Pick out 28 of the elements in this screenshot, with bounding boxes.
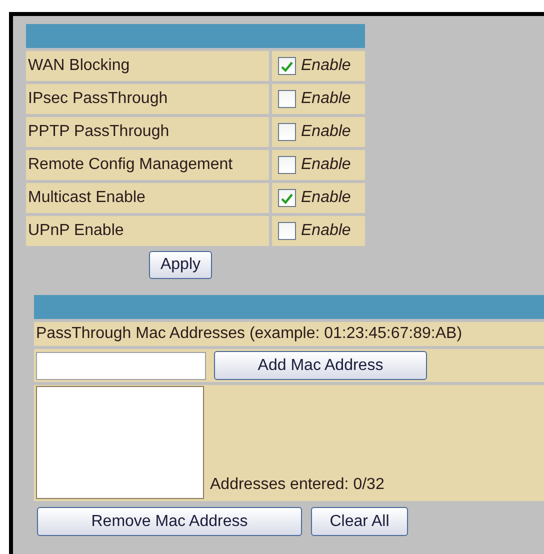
- enable-label: Enable: [301, 221, 351, 241]
- apply-button[interactable]: Apply: [149, 251, 212, 279]
- option-label: WAN Blocking: [26, 51, 269, 81]
- enable-checkbox[interactable]: [278, 156, 296, 174]
- option-label: PPTP PassThrough: [26, 117, 269, 147]
- enable-checkbox[interactable]: [278, 222, 296, 240]
- option-label: Remote Config Management: [26, 150, 269, 180]
- option-label: Multicast Enable: [26, 183, 269, 213]
- enable-label: Enable: [301, 122, 351, 142]
- mac-address-field[interactable]: [36, 352, 206, 380]
- option-label: UPnP Enable: [26, 216, 269, 246]
- checkmark-icon: [281, 60, 293, 72]
- remove-mac-address-button[interactable]: Remove Mac Address: [37, 507, 302, 536]
- address-count: Addresses entered: 0/32: [210, 475, 384, 495]
- section-heading: PassThrough Mac Addresses (example: 01:23:45:67:89:AB): [34, 322, 544, 346]
- checkmark-icon: [281, 192, 293, 204]
- enable-label: Enable: [301, 188, 351, 208]
- clear-all-button[interactable]: Clear All: [311, 507, 408, 536]
- option-label: IPsec PassThrough: [26, 84, 269, 114]
- enable-label: Enable: [301, 89, 351, 109]
- enable-label: Enable: [301, 155, 351, 175]
- enable-checkbox[interactable]: [278, 57, 296, 75]
- add-mac-address-button[interactable]: Add Mac Address: [214, 351, 427, 380]
- enable-checkbox[interactable]: [278, 189, 296, 207]
- enable-label: Enable: [301, 56, 351, 76]
- address-list[interactable]: [36, 386, 204, 499]
- enable-checkbox[interactable]: [278, 90, 296, 108]
- enable-checkbox[interactable]: [278, 123, 296, 141]
